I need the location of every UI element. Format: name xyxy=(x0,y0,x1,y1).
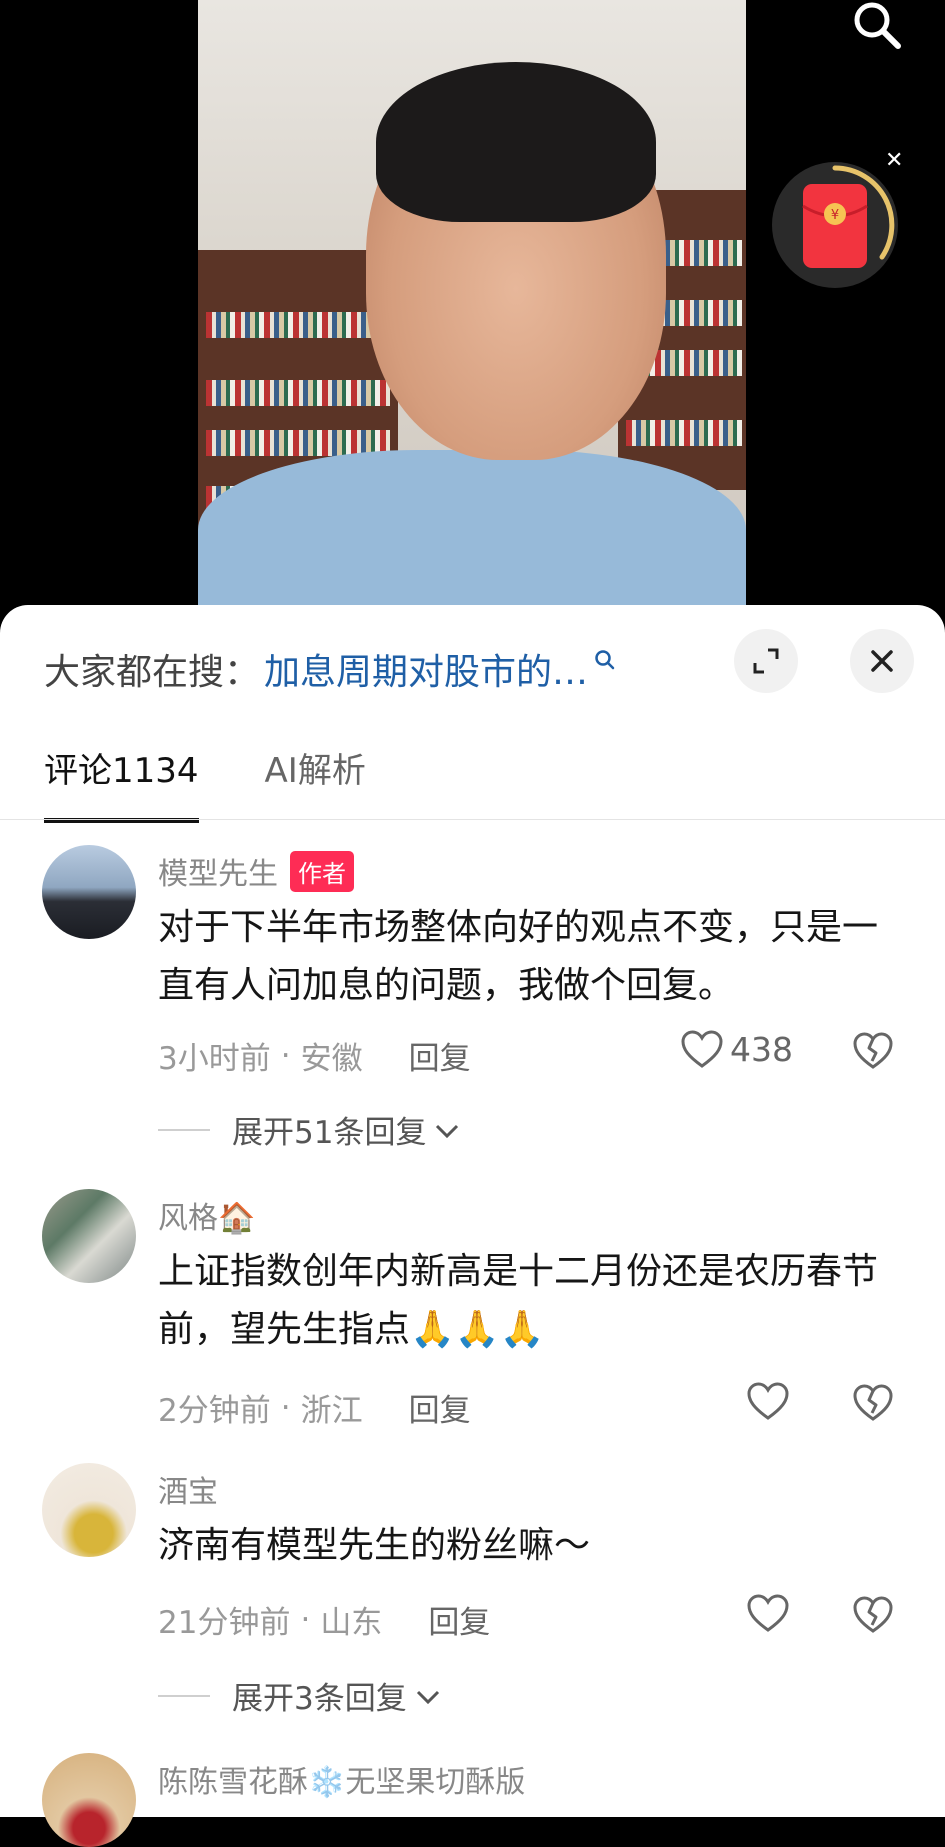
comment-author[interactable]: 陈陈雪花酥❄️无坚果切酥版 xyxy=(158,1757,525,1801)
comment-text: 上证指数创年内新高是十二月份还是农历春节前，望先生指点🙏🙏🙏 xyxy=(158,1251,879,1350)
expand-button[interactable] xyxy=(734,629,798,693)
expand-replies-label: 展开51条回复 xyxy=(232,1115,427,1151)
book-row xyxy=(206,380,390,406)
reply-button[interactable]: 回复 xyxy=(409,1033,471,1078)
comment-text: 对于下半年市场整体向好的观点不变，只是一直有人问加息的问题，我做个回复。 xyxy=(158,907,879,1006)
search-icon xyxy=(594,649,616,675)
comment-author[interactable]: 酒宝 xyxy=(158,1467,218,1511)
close-button[interactable] xyxy=(850,629,914,693)
comment-location: 山东 xyxy=(320,1605,383,1641)
comment-location: 安徽 xyxy=(300,1041,363,1077)
red-packet-close-icon[interactable]: ✕ xyxy=(885,150,903,172)
reply-button[interactable]: 回复 xyxy=(428,1597,490,1642)
comment-meta: 3小时前 · 安徽 回复 xyxy=(158,1033,471,1078)
avatar[interactable] xyxy=(42,1753,136,1847)
dislike-button[interactable] xyxy=(852,1031,894,1075)
avatar[interactable] xyxy=(42,1463,136,1557)
avatar[interactable] xyxy=(42,1189,136,1283)
tab-ai-analysis[interactable]: AI解析 xyxy=(265,743,366,823)
search-suggestion[interactable]: 大家都在搜： 加息周期对股市的… xyxy=(44,641,616,697)
comment-text: 济南有模型先生的粉丝嘛～ xyxy=(158,1525,591,1566)
expand-replies-label: 展开3条回复 xyxy=(232,1681,407,1717)
avatar[interactable] xyxy=(42,845,136,939)
comment-time: 2分钟前 xyxy=(158,1393,271,1429)
username[interactable]: 陈陈雪花酥❄️无坚果切酥版 xyxy=(158,1757,525,1801)
meta-separator: · xyxy=(280,1389,291,1426)
dislike-button[interactable] xyxy=(852,1383,894,1427)
divider xyxy=(158,1694,210,1697)
like-button[interactable] xyxy=(746,1381,790,1421)
tab-bar: 评论1134 AI解析 xyxy=(44,743,432,823)
chevron-down-icon xyxy=(434,1112,460,1148)
close-icon xyxy=(871,650,893,672)
search-icon[interactable] xyxy=(848,0,906,50)
red-packet-icon: ¥ xyxy=(802,165,895,268)
comment-sheet: 大家都在搜： 加息周期对股市的… 评论1134 AI解析 模型先生 作者 对于下… xyxy=(0,605,945,1847)
heart-icon xyxy=(747,1382,789,1420)
presenter-shirt xyxy=(198,450,746,605)
expand-replies[interactable]: 展开3条回复 xyxy=(158,1673,441,1718)
divider xyxy=(158,1128,210,1131)
comment-meta: 2分钟前 · 浙江 回复 xyxy=(158,1385,471,1430)
author-badge: 作者 xyxy=(290,850,354,892)
book-row xyxy=(206,312,390,338)
comment-meta: 21分钟前 · 山东 回复 xyxy=(158,1597,490,1642)
tab-comments[interactable]: 评论1134 xyxy=(44,743,199,823)
search-suggestion-prefix: 大家都在搜： xyxy=(44,652,261,693)
reply-button[interactable]: 回复 xyxy=(409,1385,471,1430)
divider xyxy=(0,819,945,820)
like-count: 438 xyxy=(730,1029,793,1069)
broken-heart-icon xyxy=(853,1384,893,1421)
heart-icon xyxy=(747,1594,789,1632)
comment-location: 浙江 xyxy=(300,1393,363,1429)
like-button[interactable] xyxy=(746,1593,790,1633)
svg-text:¥: ¥ xyxy=(831,208,839,223)
expand-replies[interactable]: 展开51条回复 xyxy=(158,1107,460,1152)
dislike-button[interactable] xyxy=(852,1595,894,1639)
expand-icon xyxy=(753,648,779,674)
meta-separator: · xyxy=(280,1037,291,1074)
presenter-hair xyxy=(376,62,656,222)
book-row xyxy=(626,420,742,446)
comment-author[interactable]: 风格🏠 xyxy=(158,1193,255,1237)
comment-author[interactable]: 模型先生 作者 xyxy=(158,849,354,893)
heart-icon xyxy=(681,1030,723,1068)
broken-heart-icon xyxy=(853,1596,893,1633)
like-button[interactable]: 438 xyxy=(680,1029,793,1069)
comment-time: 3小时前 xyxy=(158,1041,271,1077)
video-player[interactable]: ¥ ✕ xyxy=(0,0,945,640)
username[interactable]: 风格🏠 xyxy=(158,1193,255,1237)
comment-time: 21分钟前 xyxy=(158,1605,291,1641)
broken-heart-icon xyxy=(853,1032,893,1069)
meta-separator: · xyxy=(300,1601,311,1638)
video-frame xyxy=(198,0,746,605)
username[interactable]: 模型先生 xyxy=(158,849,278,893)
username[interactable]: 酒宝 xyxy=(158,1467,218,1511)
red-packet-widget[interactable]: ¥ xyxy=(772,162,898,288)
search-suggestion-link[interactable]: 加息周期对股市的… xyxy=(264,643,588,695)
chevron-down-icon xyxy=(415,1678,441,1714)
